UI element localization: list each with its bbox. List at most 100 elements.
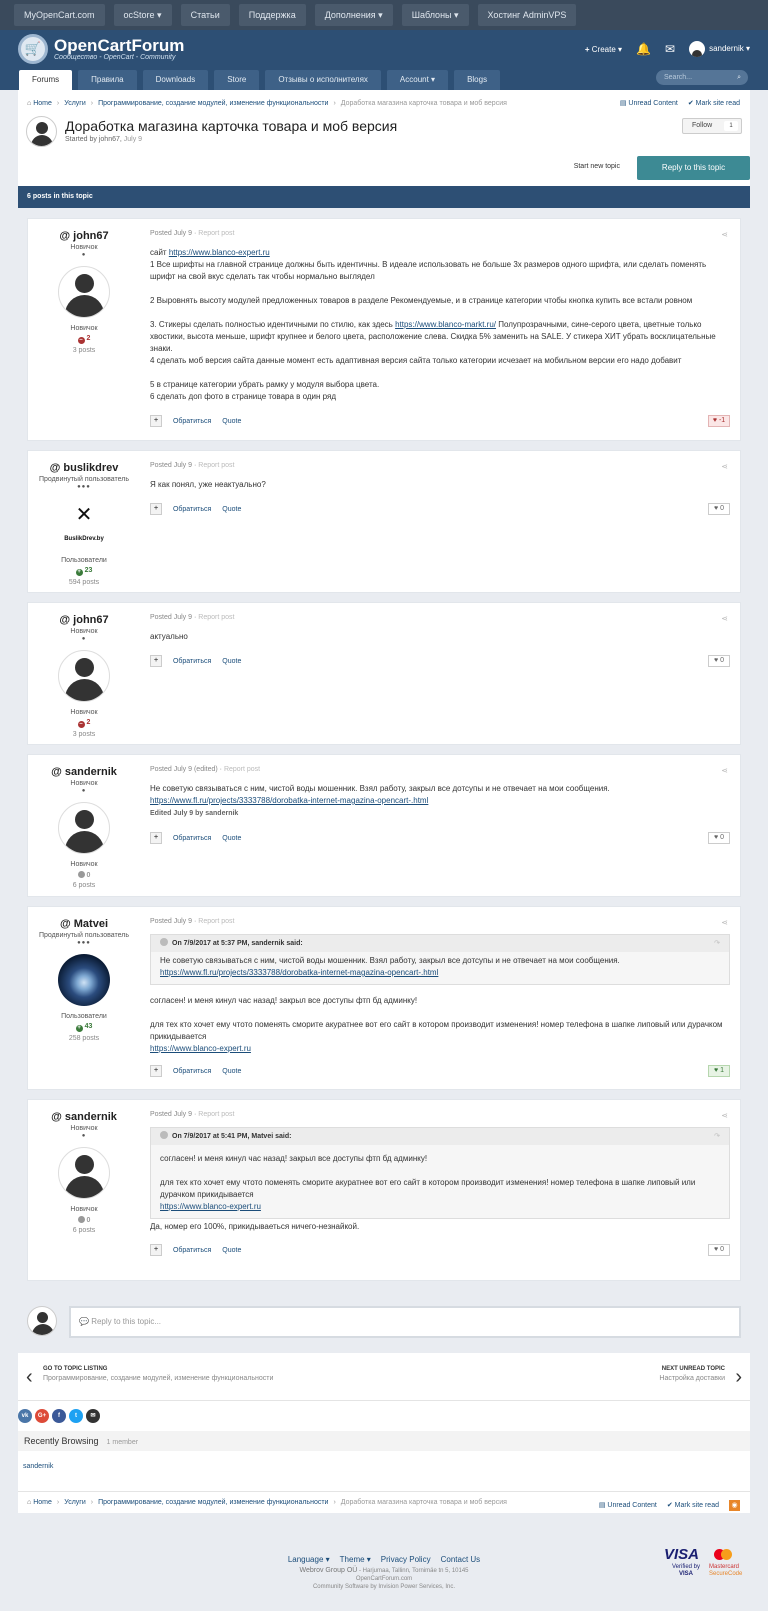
start-new-topic-link[interactable]: Start new topic xyxy=(574,163,620,170)
report-post-link[interactable]: Report post xyxy=(198,614,234,621)
breadcrumb-item[interactable]: Услуги xyxy=(64,1499,86,1506)
reaction-button[interactable]: ♥ 0 xyxy=(708,832,730,844)
post-link[interactable]: https://www.fl.ru/projects/3333788/dorob… xyxy=(150,796,428,805)
multiquote-button[interactable]: + xyxy=(150,1244,162,1256)
tab-rules[interactable]: Правила xyxy=(78,70,137,90)
topnav-item[interactable]: Дополнения ▾ xyxy=(314,4,393,26)
share-icon[interactable]: ⋖ xyxy=(721,1111,728,1120)
unread-content-link[interactable]: ▤ Unread Content xyxy=(620,99,678,107)
quote-link[interactable]: Quote xyxy=(222,835,241,842)
language-menu[interactable]: Language ▾ xyxy=(288,1555,330,1564)
avatar[interactable] xyxy=(26,116,57,147)
reply-to-topic-button[interactable]: Reply to this topic xyxy=(637,156,750,180)
reaction-button[interactable]: ♥ 0 xyxy=(708,503,730,515)
report-post-link[interactable]: Report post xyxy=(198,230,234,237)
avatar[interactable] xyxy=(58,266,110,318)
report-post-link[interactable]: Report post xyxy=(198,918,234,925)
follow-button[interactable]: Follow 1 xyxy=(682,118,742,134)
theme-menu[interactable]: Theme ▾ xyxy=(340,1555,371,1564)
author-name[interactable]: @ sandernik xyxy=(28,1111,140,1123)
avatar[interactable] xyxy=(58,802,110,854)
author-name[interactable]: @ john67 xyxy=(28,614,140,626)
reaction-button[interactable]: ♥ 0 xyxy=(708,1244,730,1256)
avatar[interactable]: ✕ BuslikDrev.by xyxy=(58,498,110,550)
topnav-item[interactable]: Хостинг AdminVPS xyxy=(477,4,577,26)
email-icon[interactable]: ✉ xyxy=(86,1409,100,1423)
quote-link[interactable]: Quote xyxy=(222,1247,241,1254)
quote-link[interactable]: Quote xyxy=(222,506,241,513)
topnav-item[interactable]: Статьи xyxy=(180,4,230,26)
multiquote-button[interactable]: + xyxy=(150,655,162,667)
contact-link[interactable]: Обратиться xyxy=(173,658,211,665)
post-link[interactable]: https://www.blanco-markt.ru/ xyxy=(395,320,496,329)
search-input[interactable]: Search... ⌕ xyxy=(656,70,748,85)
site-logo[interactable]: OpenCartForum Сообщество - OpenCart - Co… xyxy=(54,37,184,61)
unread-content-link[interactable]: ▤ Unread Content xyxy=(599,1501,657,1509)
go-to-topic-listing[interactable]: ‹ GO TO TOPIC LISTING Программирование, … xyxy=(26,1366,273,1388)
tab-reviews[interactable]: Отзывы о исполнителях xyxy=(265,70,381,90)
share-icon[interactable]: ⋖ xyxy=(721,462,728,471)
author-name[interactable]: @ Matvei xyxy=(28,918,140,930)
report-post-link[interactable]: Report post xyxy=(198,462,234,469)
contact-link[interactable]: Обратиться xyxy=(173,506,211,513)
recent-user-link[interactable]: sandernik xyxy=(23,1463,53,1470)
multiquote-button[interactable]: + xyxy=(150,1065,162,1077)
quote-link[interactable]: Quote xyxy=(222,1068,241,1075)
user-menu[interactable]: sandernik ▾ xyxy=(689,41,750,57)
contact-link[interactable]: Обратиться xyxy=(173,1247,211,1254)
facebook-icon[interactable]: f xyxy=(52,1409,66,1423)
vk-icon[interactable]: vk xyxy=(18,1409,32,1423)
multiquote-button[interactable]: + xyxy=(150,832,162,844)
reply-input[interactable]: 💬 Reply to this topic... xyxy=(69,1306,741,1338)
multiquote-button[interactable]: + xyxy=(150,415,162,427)
report-post-link[interactable]: Report post xyxy=(224,766,260,773)
topnav-item[interactable]: MyOpenCart.com xyxy=(14,4,105,26)
avatar[interactable] xyxy=(58,650,110,702)
contact-link[interactable]: Обратиться xyxy=(173,835,211,842)
author-name[interactable]: @ john67 xyxy=(28,230,140,242)
breadcrumb-item[interactable]: Программирование, создание модулей, изме… xyxy=(98,100,328,107)
post-link[interactable]: https://www.blanco-expert.ru xyxy=(169,248,270,257)
reaction-button[interactable]: ♥ 1 xyxy=(708,1065,730,1077)
reaction-button[interactable]: ♥ 0 xyxy=(708,655,730,667)
bell-icon[interactable]: 🔔 xyxy=(636,42,651,56)
avatar[interactable] xyxy=(58,954,110,1006)
author-name[interactable]: @ sandernik xyxy=(28,766,140,778)
quote-link[interactable]: Quote xyxy=(222,418,241,425)
avatar[interactable] xyxy=(58,1147,110,1199)
contact-link[interactable]: Обратиться xyxy=(173,1068,211,1075)
search-icon[interactable]: ⌕ xyxy=(737,70,741,85)
post-link[interactable]: https://www.blanco-expert.ru xyxy=(150,1044,251,1053)
google-plus-icon[interactable]: G+ xyxy=(35,1409,49,1423)
quote-link-url[interactable]: https://www.blanco-expert.ru xyxy=(160,1202,261,1211)
topnav-item[interactable]: Поддержка xyxy=(238,4,306,26)
multiquote-button[interactable]: + xyxy=(150,503,162,515)
rss-icon[interactable]: ◉ xyxy=(729,1499,740,1511)
reaction-button[interactable]: ♥ -1 xyxy=(708,415,730,427)
contact-link[interactable]: Обратиться xyxy=(173,418,211,425)
share-icon[interactable]: ⋖ xyxy=(721,918,728,927)
share-icon[interactable]: ⋖ xyxy=(721,230,728,239)
tab-account[interactable]: Account ▾ xyxy=(386,70,449,90)
tab-blogs[interactable]: Blogs xyxy=(454,70,501,90)
next-unread-topic[interactable]: › NEXT UNREAD TOPIC Настройка доставки xyxy=(659,1366,742,1388)
mark-site-read-link[interactable]: ✔ Mark site read xyxy=(667,1501,719,1509)
software-credit[interactable]: Community Software by Invision Power Ser… xyxy=(0,1584,768,1590)
contact-us-link[interactable]: Contact Us xyxy=(441,1555,481,1564)
share-icon[interactable]: ↷ xyxy=(714,935,720,952)
topnav-item[interactable]: ocStore ▾ xyxy=(113,4,172,26)
create-menu[interactable]: + Create ▾ xyxy=(585,45,622,54)
privacy-policy-link[interactable]: Privacy Policy xyxy=(381,1555,431,1564)
tab-store[interactable]: Store xyxy=(214,70,260,90)
share-icon[interactable]: ↷ xyxy=(714,1128,720,1145)
topnav-item[interactable]: Шаблоны ▾ xyxy=(401,4,469,26)
breadcrumb-item[interactable]: Программирование, создание модулей, изме… xyxy=(98,1499,328,1506)
cart-logo-icon[interactable]: 🛒 xyxy=(18,34,48,64)
quote-link[interactable]: Quote xyxy=(222,658,241,665)
share-icon[interactable]: ⋖ xyxy=(721,614,728,623)
twitter-icon[interactable]: t xyxy=(69,1409,83,1423)
breadcrumb-item[interactable]: Услуги xyxy=(64,100,86,107)
tab-downloads[interactable]: Downloads xyxy=(142,70,209,90)
envelope-icon[interactable]: ✉ xyxy=(665,42,675,56)
share-icon[interactable]: ⋖ xyxy=(721,766,728,775)
